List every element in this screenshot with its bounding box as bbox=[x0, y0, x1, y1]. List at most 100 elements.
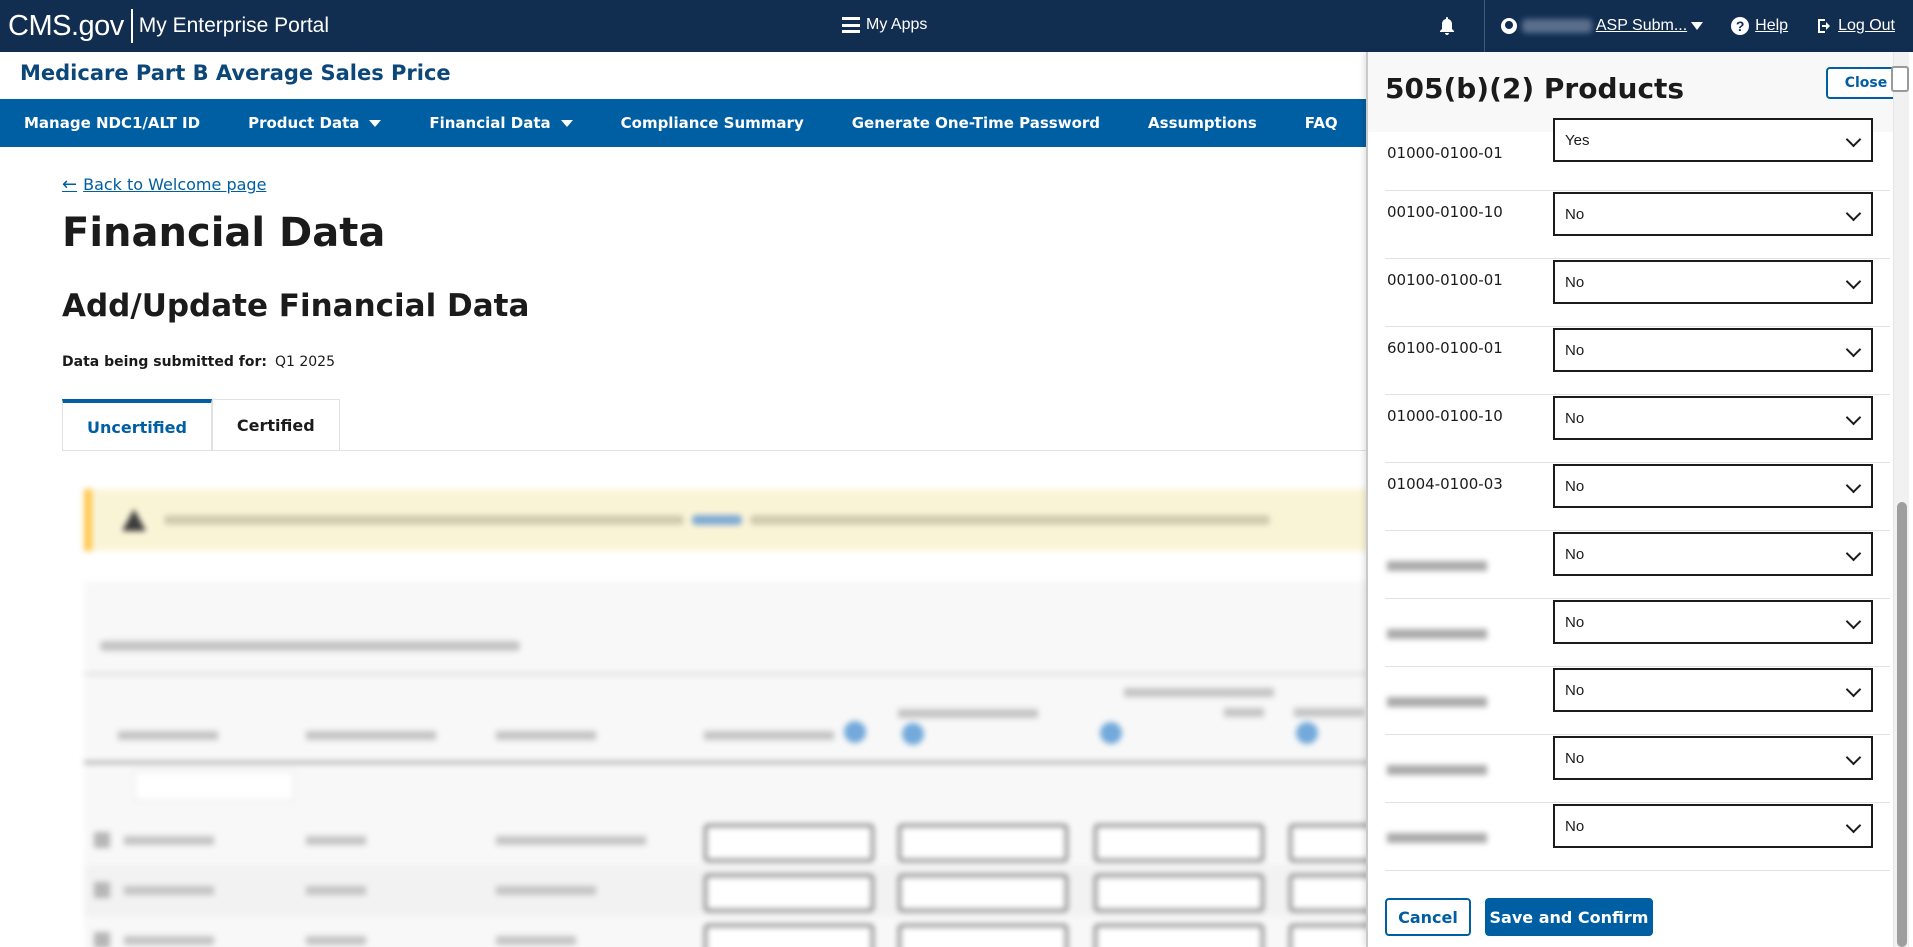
scrollbar-thumb[interactable] bbox=[1897, 502, 1907, 947]
table-row bbox=[84, 916, 1379, 947]
nav-assumptions[interactable]: Assumptions bbox=[1124, 99, 1281, 147]
list-item: 01004-0100-03 No bbox=[1385, 463, 1890, 531]
brand-logo[interactable]: CMS.gov My Enterprise Portal bbox=[0, 0, 329, 52]
column-header-redacted bbox=[306, 731, 436, 740]
cell-input bbox=[704, 874, 874, 912]
bell-icon[interactable] bbox=[1438, 17, 1454, 35]
user-menu[interactable]: ASP Subm... bbox=[1483, 0, 1704, 52]
column-header-redacted bbox=[496, 731, 596, 740]
therapeutic-equivalence-select[interactable]: Yes bbox=[1553, 118, 1873, 162]
back-link-label: Back to Welcome page bbox=[83, 175, 267, 194]
column-header-redacted bbox=[898, 709, 1038, 718]
cell-redacted bbox=[496, 886, 596, 895]
logout-icon bbox=[1818, 19, 1831, 33]
warning-alert bbox=[84, 489, 1374, 551]
ndc-label-redacted bbox=[1387, 833, 1487, 843]
cell-redacted bbox=[496, 836, 646, 845]
chevron-down-icon bbox=[1845, 477, 1862, 494]
nav-faq[interactable]: FAQ bbox=[1281, 99, 1362, 147]
back-to-welcome-link[interactable]: ← Back to Welcome page bbox=[62, 174, 266, 195]
caret-down-icon bbox=[369, 119, 382, 127]
panel-scrollbar[interactable] bbox=[1893, 52, 1909, 947]
cell-input bbox=[1094, 874, 1264, 912]
panel-title: 505(b)(2) Products bbox=[1385, 72, 1685, 105]
ndc-label-redacted bbox=[1387, 561, 1487, 571]
cell-input bbox=[704, 924, 874, 947]
alert-text-redacted bbox=[164, 515, 684, 525]
select-value: No bbox=[1565, 409, 1585, 427]
tab-bar: Uncertified Certified bbox=[62, 399, 340, 451]
submission-period: Data being submitted for: Q1 2025 bbox=[62, 354, 335, 370]
chevron-down-icon bbox=[1845, 131, 1862, 148]
therapeutic-equivalence-select[interactable]: No bbox=[1553, 668, 1873, 712]
chevron-down-icon bbox=[1845, 545, 1862, 562]
logout-link[interactable]: Log Out bbox=[1816, 17, 1895, 35]
select-value: No bbox=[1565, 545, 1585, 563]
portal-name: My Enterprise Portal bbox=[138, 14, 329, 37]
row-checkbox bbox=[94, 882, 110, 898]
nav-financial-data[interactable]: Financial Data bbox=[405, 99, 596, 147]
cell-redacted bbox=[124, 936, 214, 945]
main-nav: Manage NDC1/ALT ID Product Data Financia… bbox=[0, 99, 1368, 147]
list-icon bbox=[842, 17, 860, 33]
help-link[interactable]: ? Help bbox=[1731, 17, 1788, 35]
chevron-down-icon bbox=[1845, 205, 1862, 222]
select-value: No bbox=[1565, 205, 1585, 223]
therapeutic-equivalence-select[interactable]: No bbox=[1553, 260, 1873, 304]
chevron-down-icon bbox=[1845, 749, 1862, 766]
caret-down-icon bbox=[560, 119, 573, 127]
tab-uncertified[interactable]: Uncertified bbox=[62, 399, 212, 451]
select-value: No bbox=[1565, 341, 1585, 359]
therapeutic-equivalence-select[interactable]: No bbox=[1553, 328, 1873, 372]
nav-generate-otp[interactable]: Generate One-Time Password bbox=[828, 99, 1124, 147]
list-item: No bbox=[1385, 531, 1890, 599]
cancel-button[interactable]: Cancel bbox=[1385, 898, 1471, 936]
therapeutic-equivalence-select[interactable]: No bbox=[1553, 532, 1873, 576]
chevron-down-icon bbox=[1845, 681, 1862, 698]
info-icon bbox=[844, 721, 866, 743]
user-name-redacted bbox=[1521, 19, 1592, 33]
user-name: ASP Subm... bbox=[1595, 17, 1688, 34]
list-item: 60100-0100-01 No bbox=[1385, 327, 1890, 395]
obscured-content bbox=[80, 486, 1380, 947]
cell-redacted bbox=[124, 886, 214, 895]
therapeutic-equivalence-select[interactable]: No bbox=[1553, 192, 1873, 236]
ndc-label-redacted bbox=[1387, 697, 1487, 707]
chevron-down-icon bbox=[1845, 613, 1862, 630]
save-and-confirm-button[interactable]: Save and Confirm bbox=[1485, 898, 1653, 936]
therapeutic-equivalence-select[interactable]: No bbox=[1553, 804, 1873, 848]
tab-divider bbox=[62, 450, 1368, 451]
data-table-card bbox=[84, 581, 1379, 947]
info-icon bbox=[1296, 722, 1318, 744]
nav-label: Generate One-Time Password bbox=[851, 114, 1101, 132]
ndc-label: 00100-0100-10 bbox=[1387, 203, 1503, 221]
tab-certified[interactable]: Certified bbox=[211, 399, 340, 451]
nav-label: Manage NDC1/ALT ID bbox=[24, 114, 201, 132]
nav-manage-ndc[interactable]: Manage NDC1/ALT ID bbox=[0, 99, 224, 147]
cell-input bbox=[898, 824, 1068, 862]
cell-redacted bbox=[306, 886, 366, 895]
therapeutic-equivalence-select[interactable]: No bbox=[1553, 736, 1873, 780]
arrow-left-icon: ← bbox=[62, 174, 78, 195]
table-header-border bbox=[84, 761, 1374, 764]
therapeutic-equivalence-select[interactable]: No bbox=[1553, 464, 1873, 508]
cell-input bbox=[704, 824, 874, 862]
nav-compliance-summary[interactable]: Compliance Summary bbox=[597, 99, 828, 147]
therapeutic-equivalence-select[interactable]: No bbox=[1553, 396, 1873, 440]
my-apps-link[interactable]: My Apps bbox=[842, 16, 927, 34]
select-value: No bbox=[1565, 273, 1585, 291]
list-item: 01000-0100-10 No bbox=[1385, 395, 1890, 463]
help-icon: ? bbox=[1731, 17, 1750, 35]
user-avatar-icon bbox=[1500, 18, 1517, 34]
therapeutic-equivalence-select[interactable]: No bbox=[1553, 600, 1873, 644]
select-value: No bbox=[1565, 681, 1585, 699]
column-header-redacted bbox=[704, 731, 834, 740]
scroll-up-handle[interactable] bbox=[1891, 66, 1909, 92]
product-list: 01000-0100-01 Yes 00100-0100-10 No 00100… bbox=[1385, 118, 1890, 871]
row-checkbox bbox=[94, 832, 110, 848]
select-value: No bbox=[1565, 749, 1585, 767]
cell-redacted bbox=[306, 936, 366, 945]
table-row bbox=[84, 866, 1379, 916]
ndc-label: 00100-0100-01 bbox=[1387, 271, 1503, 289]
nav-product-data[interactable]: Product Data bbox=[224, 99, 405, 147]
